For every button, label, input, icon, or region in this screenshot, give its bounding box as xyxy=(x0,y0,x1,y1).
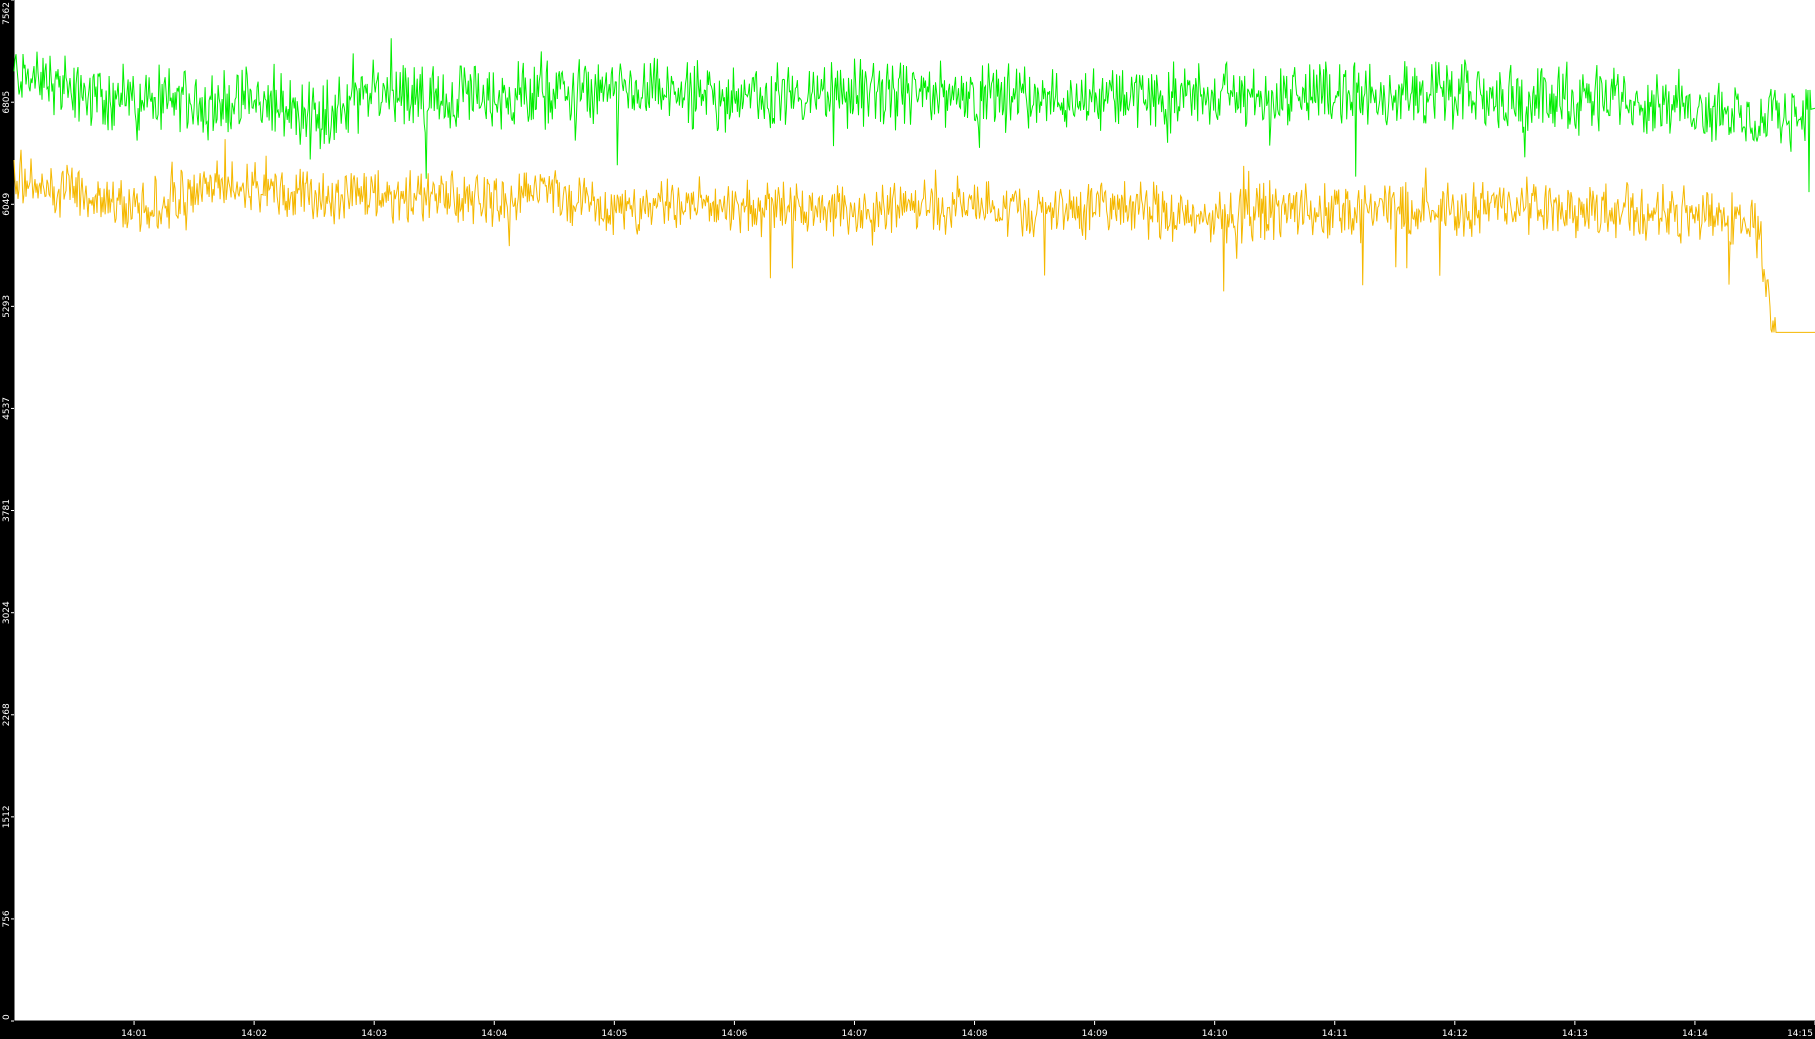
x-tick-label: 14:06 xyxy=(721,1029,747,1039)
y-tick-label: 6805 xyxy=(2,91,12,114)
y-tick-label: 3024 xyxy=(2,601,12,624)
y-tick-label: 756 xyxy=(2,910,12,927)
x-tick-label: 14:05 xyxy=(601,1029,627,1039)
x-tick-labels: 14:01 14:02 14:03 14:04 14:05 14:06 14:07 14:08… xyxy=(121,1021,1815,1039)
plot-area xyxy=(14,0,1815,1021)
y-tick-label: 6049 xyxy=(2,193,12,216)
x-tick-label: 14:14 xyxy=(1682,1029,1708,1039)
line-chart: 0 756 1512 2268 3024 3781 4537 5293 6049 6805 7562… xyxy=(2,0,1815,1039)
x-tick-label: 14:04 xyxy=(481,1029,507,1039)
y-tick-label: 3781 xyxy=(2,499,12,522)
x-tick-label: 14:08 xyxy=(962,1029,988,1039)
y-tick-label: 7562 xyxy=(2,2,12,25)
x-tick-label: 14:11 xyxy=(1322,1029,1348,1039)
y-tick-label: 5293 xyxy=(2,295,12,318)
y-tick-label: 4537 xyxy=(2,397,12,420)
x-tick-label: 14:09 xyxy=(1082,1029,1108,1039)
x-tick-label: 14:12 xyxy=(1442,1029,1468,1039)
x-tick-label: 14:01 xyxy=(121,1029,147,1039)
x-tick-label: 14:02 xyxy=(241,1029,267,1039)
y-tick-labels: 0 756 1512 2268 3024 3781 4537 5293 6049 6805 7562 xyxy=(2,0,14,1022)
x-tick-label: 14:03 xyxy=(361,1029,387,1039)
x-tick-label: 14:13 xyxy=(1562,1029,1588,1039)
y-tick-label: 1512 xyxy=(2,805,12,828)
x-tick-label: 14:10 xyxy=(1202,1029,1228,1039)
y-tick-label: 2268 xyxy=(2,703,12,726)
x-tick-label: 14:07 xyxy=(841,1029,867,1039)
y-tick-label: 0 xyxy=(2,1014,12,1020)
x-tick-label: 14:15 xyxy=(1787,1029,1813,1039)
